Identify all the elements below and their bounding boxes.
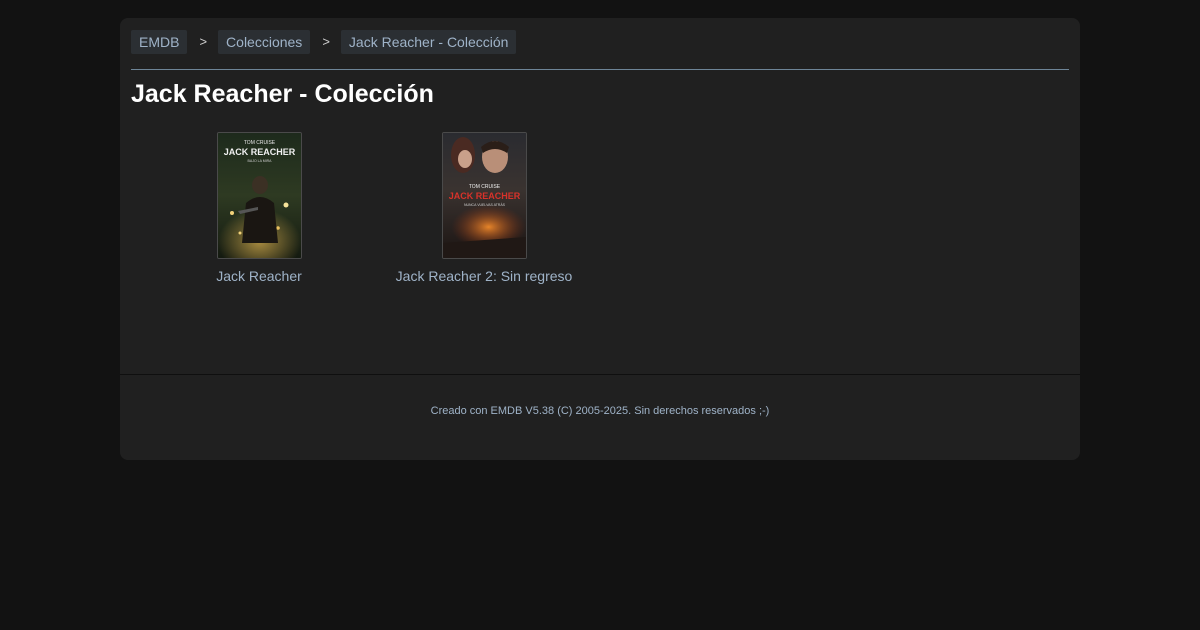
poster-actor-text: TOM CRUISE bbox=[243, 140, 275, 146]
poster-tagline-text: NUNCA VUELVAS ATRÁS bbox=[463, 203, 505, 207]
breadcrumb-separator: > bbox=[199, 34, 208, 49]
movie-card[interactable]: TOM CRUISE JACK REACHER NUNCA VUELVAS AT… bbox=[369, 132, 599, 284]
breadcrumb: EMDB > Colecciones > Jack Reacher - Cole… bbox=[131, 30, 517, 54]
movie-poster[interactable]: TOM CRUISE JACK REACHER NUNCA VUELVAS AT… bbox=[441, 132, 527, 259]
footer-divider bbox=[120, 374, 1080, 375]
poster-actor-text: TOM CRUISE bbox=[468, 184, 500, 190]
movie-card[interactable]: TOM CRUISE JACK REACHER BAJO LA MIRA Jac… bbox=[144, 132, 374, 284]
breadcrumb-item-emdb[interactable]: EMDB bbox=[131, 30, 188, 54]
page-title: Jack Reacher - Colección bbox=[131, 80, 434, 108]
breadcrumb-item-current[interactable]: Jack Reacher - Colección bbox=[340, 30, 517, 54]
poster-tagline-text: BAJO LA MIRA bbox=[247, 159, 272, 163]
breadcrumb-item-colecciones[interactable]: Colecciones bbox=[218, 30, 311, 54]
movie-title[interactable]: Jack Reacher bbox=[144, 268, 374, 284]
main-panel: EMDB > Colecciones > Jack Reacher - Cole… bbox=[120, 18, 1080, 460]
poster-name-text: JACK REACHER bbox=[223, 147, 295, 157]
movie-title[interactable]: Jack Reacher 2: Sin regreso bbox=[369, 268, 599, 284]
poster-name-text: JACK REACHER bbox=[448, 191, 520, 201]
header-divider bbox=[131, 69, 1069, 70]
movie-poster[interactable]: TOM CRUISE JACK REACHER BAJO LA MIRA bbox=[216, 132, 302, 259]
footer-text: Creado con EMDB V5.38 (C) 2005-2025. Sin… bbox=[430, 405, 770, 417]
breadcrumb-separator: > bbox=[322, 34, 330, 49]
